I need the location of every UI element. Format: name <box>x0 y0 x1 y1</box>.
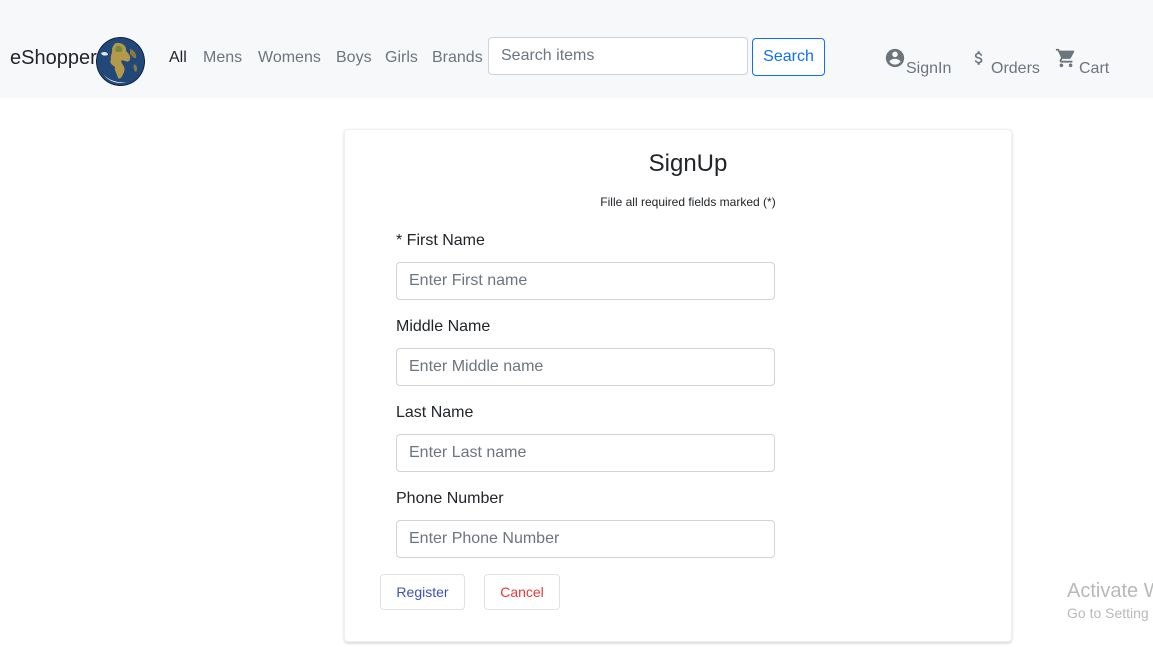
middle-name-field[interactable] <box>396 348 775 386</box>
phone-number-label: Phone Number <box>396 490 504 507</box>
nav-mens[interactable]: Mens <box>203 49 242 67</box>
cart-icon <box>1055 48 1077 71</box>
orders-link[interactable]: Orders <box>970 47 1040 77</box>
nav-girls[interactable]: Girls <box>385 49 418 67</box>
nav-boys[interactable]: Boys <box>336 49 372 67</box>
activation-watermark-title: Activate W <box>1067 580 1153 602</box>
first-name-label: * First Name <box>396 232 485 249</box>
cart-link[interactable]: Cart <box>1055 47 1109 77</box>
orders-label: Orders <box>991 60 1040 77</box>
page-title: SignUp <box>648 150 728 177</box>
signin-label: SignIn <box>906 60 952 77</box>
register-button[interactable]: Register <box>380 574 465 610</box>
navbar: eShopper All Mens Womens Boys Girls Bran… <box>0 0 1153 98</box>
phone-number-field[interactable] <box>396 520 775 558</box>
search-button[interactable]: Search <box>752 38 825 76</box>
form-instructions: Fille all required fields marked (*) <box>600 195 776 209</box>
first-name-field[interactable] <box>396 262 775 300</box>
last-name-field[interactable] <box>396 434 775 472</box>
middle-name-label: Middle Name <box>396 318 491 335</box>
cancel-button[interactable]: Cancel <box>484 574 560 610</box>
user-circle-icon <box>884 48 906 71</box>
last-name-label: Last Name <box>396 404 474 421</box>
signup-card: SignUp Fille all required fields marked … <box>344 129 1012 642</box>
signin-link[interactable]: SignIn <box>884 47 951 77</box>
nav-brands[interactable]: Brands <box>432 49 483 67</box>
dollar-icon <box>970 51 988 71</box>
nav-womens[interactable]: Womens <box>258 49 321 67</box>
activation-watermark-subtitle: Go to Setting <box>1067 605 1149 621</box>
brand-name[interactable]: eShopper <box>10 47 97 70</box>
cart-label: Cart <box>1079 60 1110 77</box>
search-input[interactable] <box>488 37 748 75</box>
globe-icon[interactable] <box>96 37 145 86</box>
nav-all[interactable]: All <box>169 49 187 67</box>
